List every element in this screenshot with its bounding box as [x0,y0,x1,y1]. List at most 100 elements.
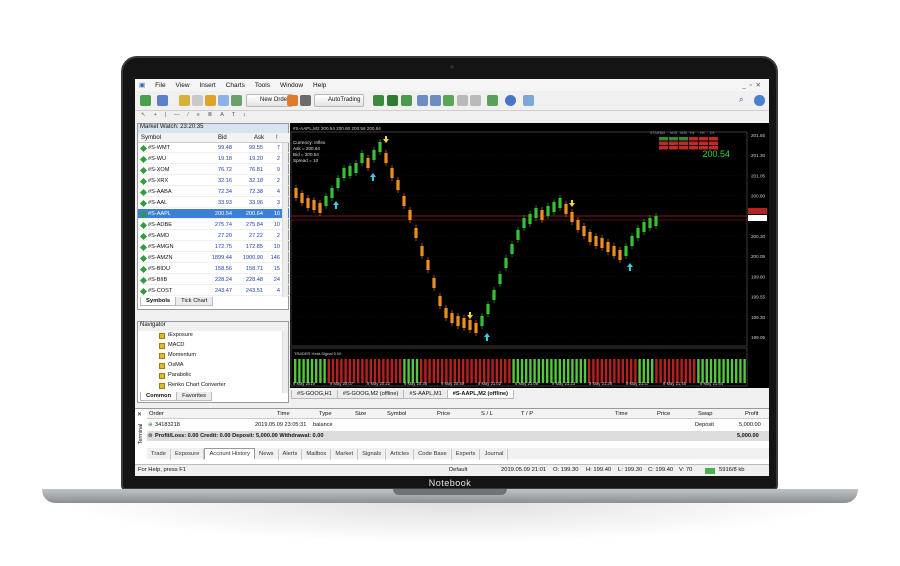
col-symbol[interactable]: Symbol [141,135,161,141]
col-symbol[interactable]: Symbol [387,411,406,417]
terminal-close-icon[interactable]: ✕ [137,411,142,418]
line-chart-icon[interactable] [401,95,412,106]
chart-tab[interactable]: #S-AAPL,M2 (offline) [446,390,515,399]
col-close-time[interactable]: Time [615,411,628,417]
zoom-out-icon[interactable] [430,95,441,106]
market-watch-scrollbar[interactable] [282,143,288,297]
table-row[interactable]: ⊕ 34183218 2019.05.09 23:05:31 balance D… [147,420,769,430]
market-watch-row[interactable]: #S-WMT 99.48 99.55 7 [138,143,289,154]
market-watch-row[interactable]: #S-AMZN 1899.44 1900.90 146 [138,253,289,264]
search-icon[interactable]: ⌕ [739,95,750,106]
col-bid[interactable]: Bid [218,135,227,141]
chart-tab[interactable]: #S-AAPL,M1 [403,390,448,399]
vertical-line-icon[interactable]: | [165,112,166,118]
terminal-tab[interactable]: Signals [358,449,387,460]
periods-icon[interactable] [505,95,516,106]
terminal-tab[interactable]: Mailbox [302,449,332,460]
templates-icon[interactable] [523,95,534,106]
col-sl[interactable]: S / L [481,411,493,417]
menu-view[interactable]: View [172,80,194,89]
tab-favorites[interactable]: Favorites [176,392,212,401]
terminal-tab[interactable]: Code Base [414,449,452,460]
col-price[interactable]: Price [437,411,450,417]
crosshair-icon[interactable]: + [154,112,157,118]
col-type[interactable]: Type [319,411,332,417]
auto-trading-button[interactable]: AutoTrading [314,94,365,107]
price-chart[interactable]: #S-AAPL,M2 200.54 200.60 200.56 200.54 Cu… [290,123,769,388]
market-watch-row[interactable]: #S-AAPL 200.54 200.64 10 [138,209,289,220]
col-profit[interactable]: Profit [745,411,759,417]
market-watch-row[interactable]: #S-WU 19.18 19.20 2 [138,154,289,165]
terminal-tab[interactable]: Experts [452,449,481,460]
zoom-in-icon[interactable] [417,95,428,106]
col-ask[interactable]: Ask [254,135,264,141]
market-watch-row[interactable]: #S-AAL 33.93 33.96 3 [138,198,289,209]
navigator-item[interactable]: OsMA [159,362,184,372]
trendline-icon[interactable]: ⁄ [188,112,189,118]
tile-windows-icon[interactable] [443,95,454,106]
bar-chart-icon[interactable] [373,95,384,106]
market-watch-row[interactable]: #S-COST 243.47 243.51 4 [138,286,289,297]
market-watch-row[interactable]: #S-XOM 76.72 76.81 9 [138,165,289,176]
navigator-scrollbar[interactable] [282,331,288,393]
menu-window[interactable]: Window [276,80,307,89]
terminal-tab[interactable]: Articles [386,449,415,460]
market-watch-row[interactable]: #S-ADBE 275.74 275.84 10 [138,220,289,231]
label-icon[interactable]: T [232,112,235,118]
navigator-item[interactable]: Parabolic [159,372,191,382]
fibonacci-icon[interactable]: ≣ [208,112,213,118]
profiles-icon[interactable] [157,95,168,106]
terminal-tab[interactable]: Market [331,449,359,460]
new-order-button[interactable]: New Order [246,94,294,107]
col-swap[interactable]: Swap [698,411,713,417]
col-tp[interactable]: T / P [521,411,533,417]
chart-shift-icon[interactable] [470,95,481,106]
chat-icon[interactable] [754,95,765,106]
market-watch-row[interactable]: #S-XRX 32.16 32.18 2 [138,176,289,187]
signals-icon[interactable] [300,95,311,106]
cursor-icon[interactable]: ↖ [141,112,146,118]
indicators-icon[interactable] [487,95,498,106]
terminal-tab[interactable]: Alerts [279,449,303,460]
col-size[interactable]: Size [355,411,366,417]
col-close-price[interactable]: Price [657,411,670,417]
navigator-item[interactable]: iExposure [159,332,193,342]
terminal-icon[interactable] [218,95,229,106]
tab-common[interactable]: Common [140,392,178,401]
col-spread[interactable]: ! [276,135,278,141]
chart-window[interactable]: #S-AAPL,M2 200.54 200.60 200.56 200.54 Cu… [290,123,769,388]
terminal-tab[interactable]: Account History [204,448,256,459]
meta-editor-icon[interactable] [287,95,298,106]
col-time[interactable]: Time [277,411,290,417]
terminal-tab[interactable]: News [255,449,279,460]
market-watch-row[interactable]: #S-BIIB 228.24 228.48 24 [138,275,289,286]
text-icon[interactable]: A [220,112,224,118]
status-profile[interactable]: Default [449,467,467,473]
terminal-tab[interactable]: Trade [147,449,171,460]
candlestick-icon[interactable] [387,95,398,106]
chart-tab[interactable]: #S-GOOG,H1 [291,390,338,399]
navigator-icon[interactable] [205,95,216,106]
window-controls[interactable]: _ ▫ ✕ [738,79,765,89]
navigator-item[interactable]: MACD [159,342,184,352]
tab-symbols[interactable]: Symbols [140,297,177,306]
auto-scroll-icon[interactable] [457,95,468,106]
navigator-item[interactable]: Momentum [159,352,196,362]
market-watch-row[interactable]: #S-BIDU 158.56 158.71 15 [138,264,289,275]
market-watch-row[interactable]: #S-AABA 72.34 72.38 4 [138,187,289,198]
col-order[interactable]: Order [149,411,164,417]
menu-file[interactable]: File [151,80,169,89]
menu-help[interactable]: Help [309,80,330,89]
market-watch-row[interactable]: #S-AMD 27.20 27.22 2 [138,231,289,242]
market-watch-row[interactable]: #S-AMGN 172.75 172.85 10 [138,242,289,253]
tester-icon[interactable] [231,95,242,106]
tab-tick-chart[interactable]: Tick Chart [175,297,214,306]
horizontal-line-icon[interactable]: — [174,112,180,118]
new-chart-icon[interactable] [140,95,151,106]
menu-charts[interactable]: Charts [222,80,249,89]
navigator-item[interactable]: Renko Chart Converter [159,382,226,392]
menu-tools[interactable]: Tools [251,80,274,89]
terminal-tab[interactable]: Exposure [171,449,205,460]
chart-tab[interactable]: #S-GOOG,M2 (offline) [336,390,405,399]
menu-insert[interactable]: Insert [195,80,219,89]
